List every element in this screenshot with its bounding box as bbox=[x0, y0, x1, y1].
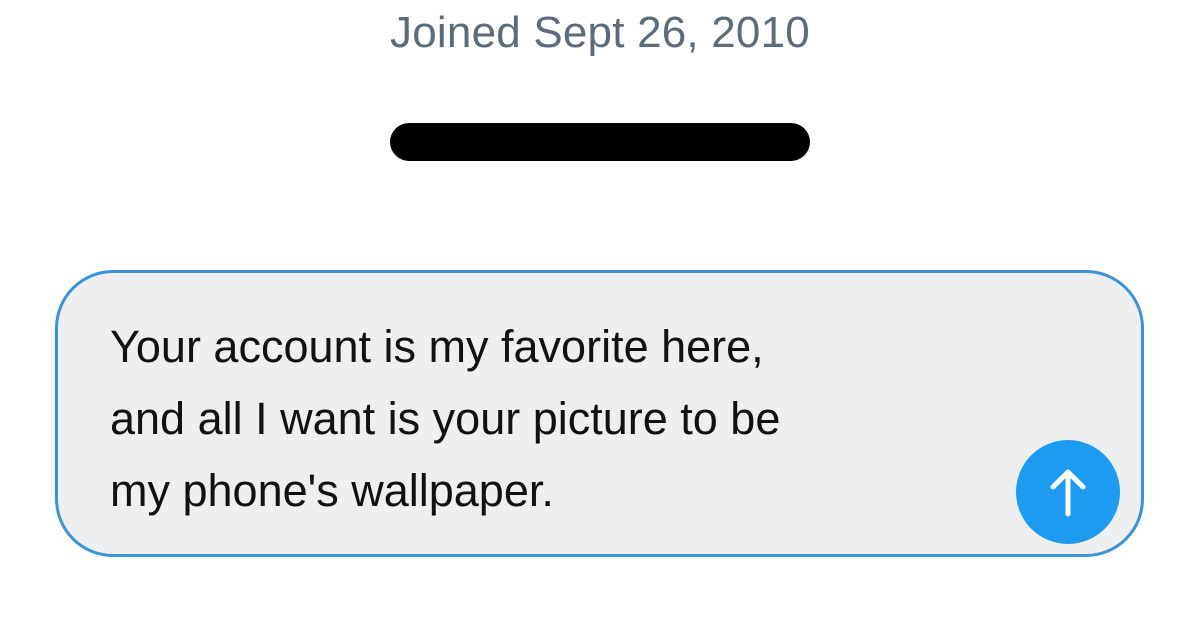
redaction-bar bbox=[390, 123, 810, 161]
message-text[interactable]: Your account is my favorite here, and al… bbox=[110, 311, 990, 527]
joined-date: Joined Sept 26, 2010 bbox=[390, 8, 810, 57]
arrow-up-icon bbox=[1050, 469, 1086, 517]
send-button[interactable] bbox=[1016, 440, 1120, 544]
message-composer[interactable]: Your account is my favorite here, and al… bbox=[55, 270, 1144, 557]
profile-page: Joined Sept 26, 2010 Your account is my … bbox=[0, 0, 1200, 627]
